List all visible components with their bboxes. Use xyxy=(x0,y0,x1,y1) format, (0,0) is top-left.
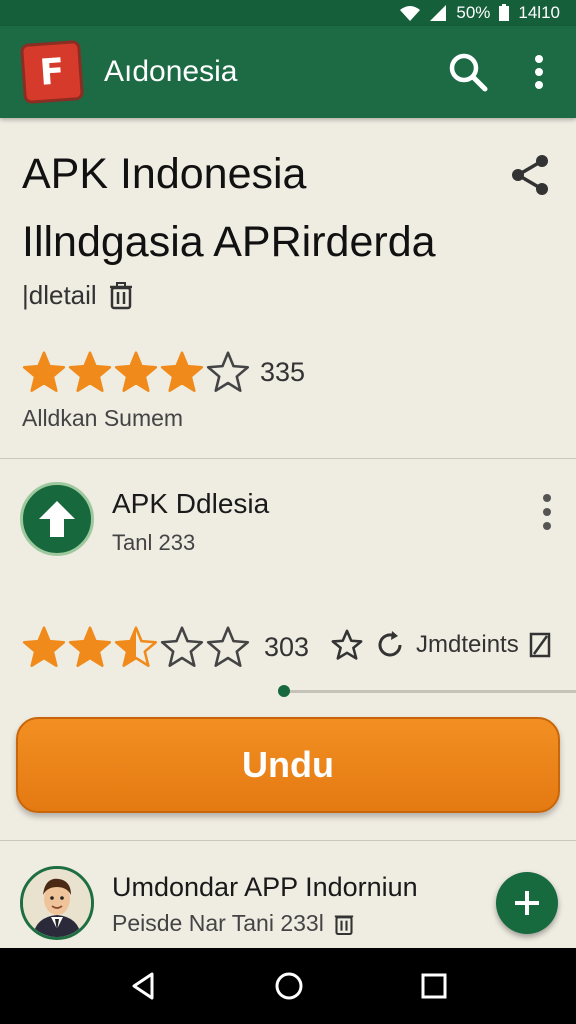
upload-arrow-icon xyxy=(39,501,75,537)
star-empty-icon xyxy=(206,626,250,667)
star-half-icon xyxy=(114,626,158,667)
progress-thumb[interactable] xyxy=(278,685,290,697)
star-full-icon xyxy=(68,626,112,667)
page-title-line1: APK Indonesia xyxy=(22,150,307,198)
recents-icon[interactable] xyxy=(420,972,448,1000)
star-full-icon xyxy=(114,351,158,392)
detail-label: |dletail xyxy=(22,280,97,310)
search-button[interactable] xyxy=(444,48,492,96)
star-outline-icon[interactable] xyxy=(330,628,364,662)
wifi-icon xyxy=(400,6,421,21)
avatar[interactable] xyxy=(20,866,94,940)
star-rating xyxy=(22,625,250,669)
share-button[interactable] xyxy=(508,152,554,198)
system-nav-bar xyxy=(0,948,576,1024)
rating-count: 303 xyxy=(264,631,310,662)
status-time: 14l10 xyxy=(518,3,560,22)
app-actions: Jmdteints xyxy=(330,628,551,662)
app-subtitle: Tanl 233 xyxy=(112,530,196,555)
star-empty-icon xyxy=(206,351,250,392)
battery-icon xyxy=(499,4,510,21)
overflow-menu-button[interactable] xyxy=(524,48,554,96)
star-empty-icon xyxy=(160,626,204,667)
share-icon xyxy=(512,155,548,195)
app-name: APK Ddlesia xyxy=(112,488,270,519)
rating-summary: Alldkan Sumem xyxy=(22,405,184,431)
app-icon[interactable] xyxy=(20,482,94,556)
status-icons xyxy=(398,4,448,22)
star-full-icon xyxy=(68,351,112,392)
signal-icon xyxy=(430,5,447,21)
app-bar-title: Aıdonesia xyxy=(104,55,238,88)
app-logo[interactable]: F xyxy=(19,39,85,105)
list-item-subtitle: Peisde Nar Tani 233l xyxy=(112,910,324,936)
refresh-icon[interactable] xyxy=(374,629,406,661)
star-full-icon xyxy=(160,351,204,392)
action-label[interactable]: Jmdteints xyxy=(416,631,519,659)
plus-icon xyxy=(515,891,539,915)
back-icon[interactable] xyxy=(128,971,158,1001)
list-item-subtitle-row: Peisde Nar Tani 233l xyxy=(112,910,354,937)
page-title-line2: Illndgasia APRirderda xyxy=(22,218,436,266)
more-vert-icon xyxy=(543,494,551,530)
person-avatar-icon xyxy=(23,869,91,937)
download-button[interactable]: Undu xyxy=(16,717,560,813)
trash-icon[interactable] xyxy=(334,911,354,937)
divider xyxy=(0,458,576,459)
star-full-icon xyxy=(22,351,66,392)
more-vert-icon xyxy=(535,55,543,89)
divider xyxy=(0,840,576,841)
trash-icon[interactable] xyxy=(109,281,133,310)
status-bar: 50% 14l10 xyxy=(0,0,576,26)
detail-row: |dletail xyxy=(22,280,133,311)
app-bar: F Aıdonesia xyxy=(0,26,576,118)
star-rating xyxy=(22,350,250,394)
battery-percent: 50% xyxy=(456,3,491,22)
app-overflow-button[interactable] xyxy=(532,490,562,534)
star-full-icon xyxy=(22,626,66,667)
rating-count: 335 xyxy=(260,356,306,387)
progress-track[interactable] xyxy=(284,690,576,693)
app-rating: 303 xyxy=(22,625,309,669)
add-button[interactable] xyxy=(496,872,558,934)
edit-icon[interactable] xyxy=(529,632,551,658)
list-item-title: Umdondar APP Indorniun xyxy=(112,872,418,902)
search-icon xyxy=(449,53,488,92)
header-rating: 335 xyxy=(22,350,305,394)
home-icon[interactable] xyxy=(273,970,305,1002)
